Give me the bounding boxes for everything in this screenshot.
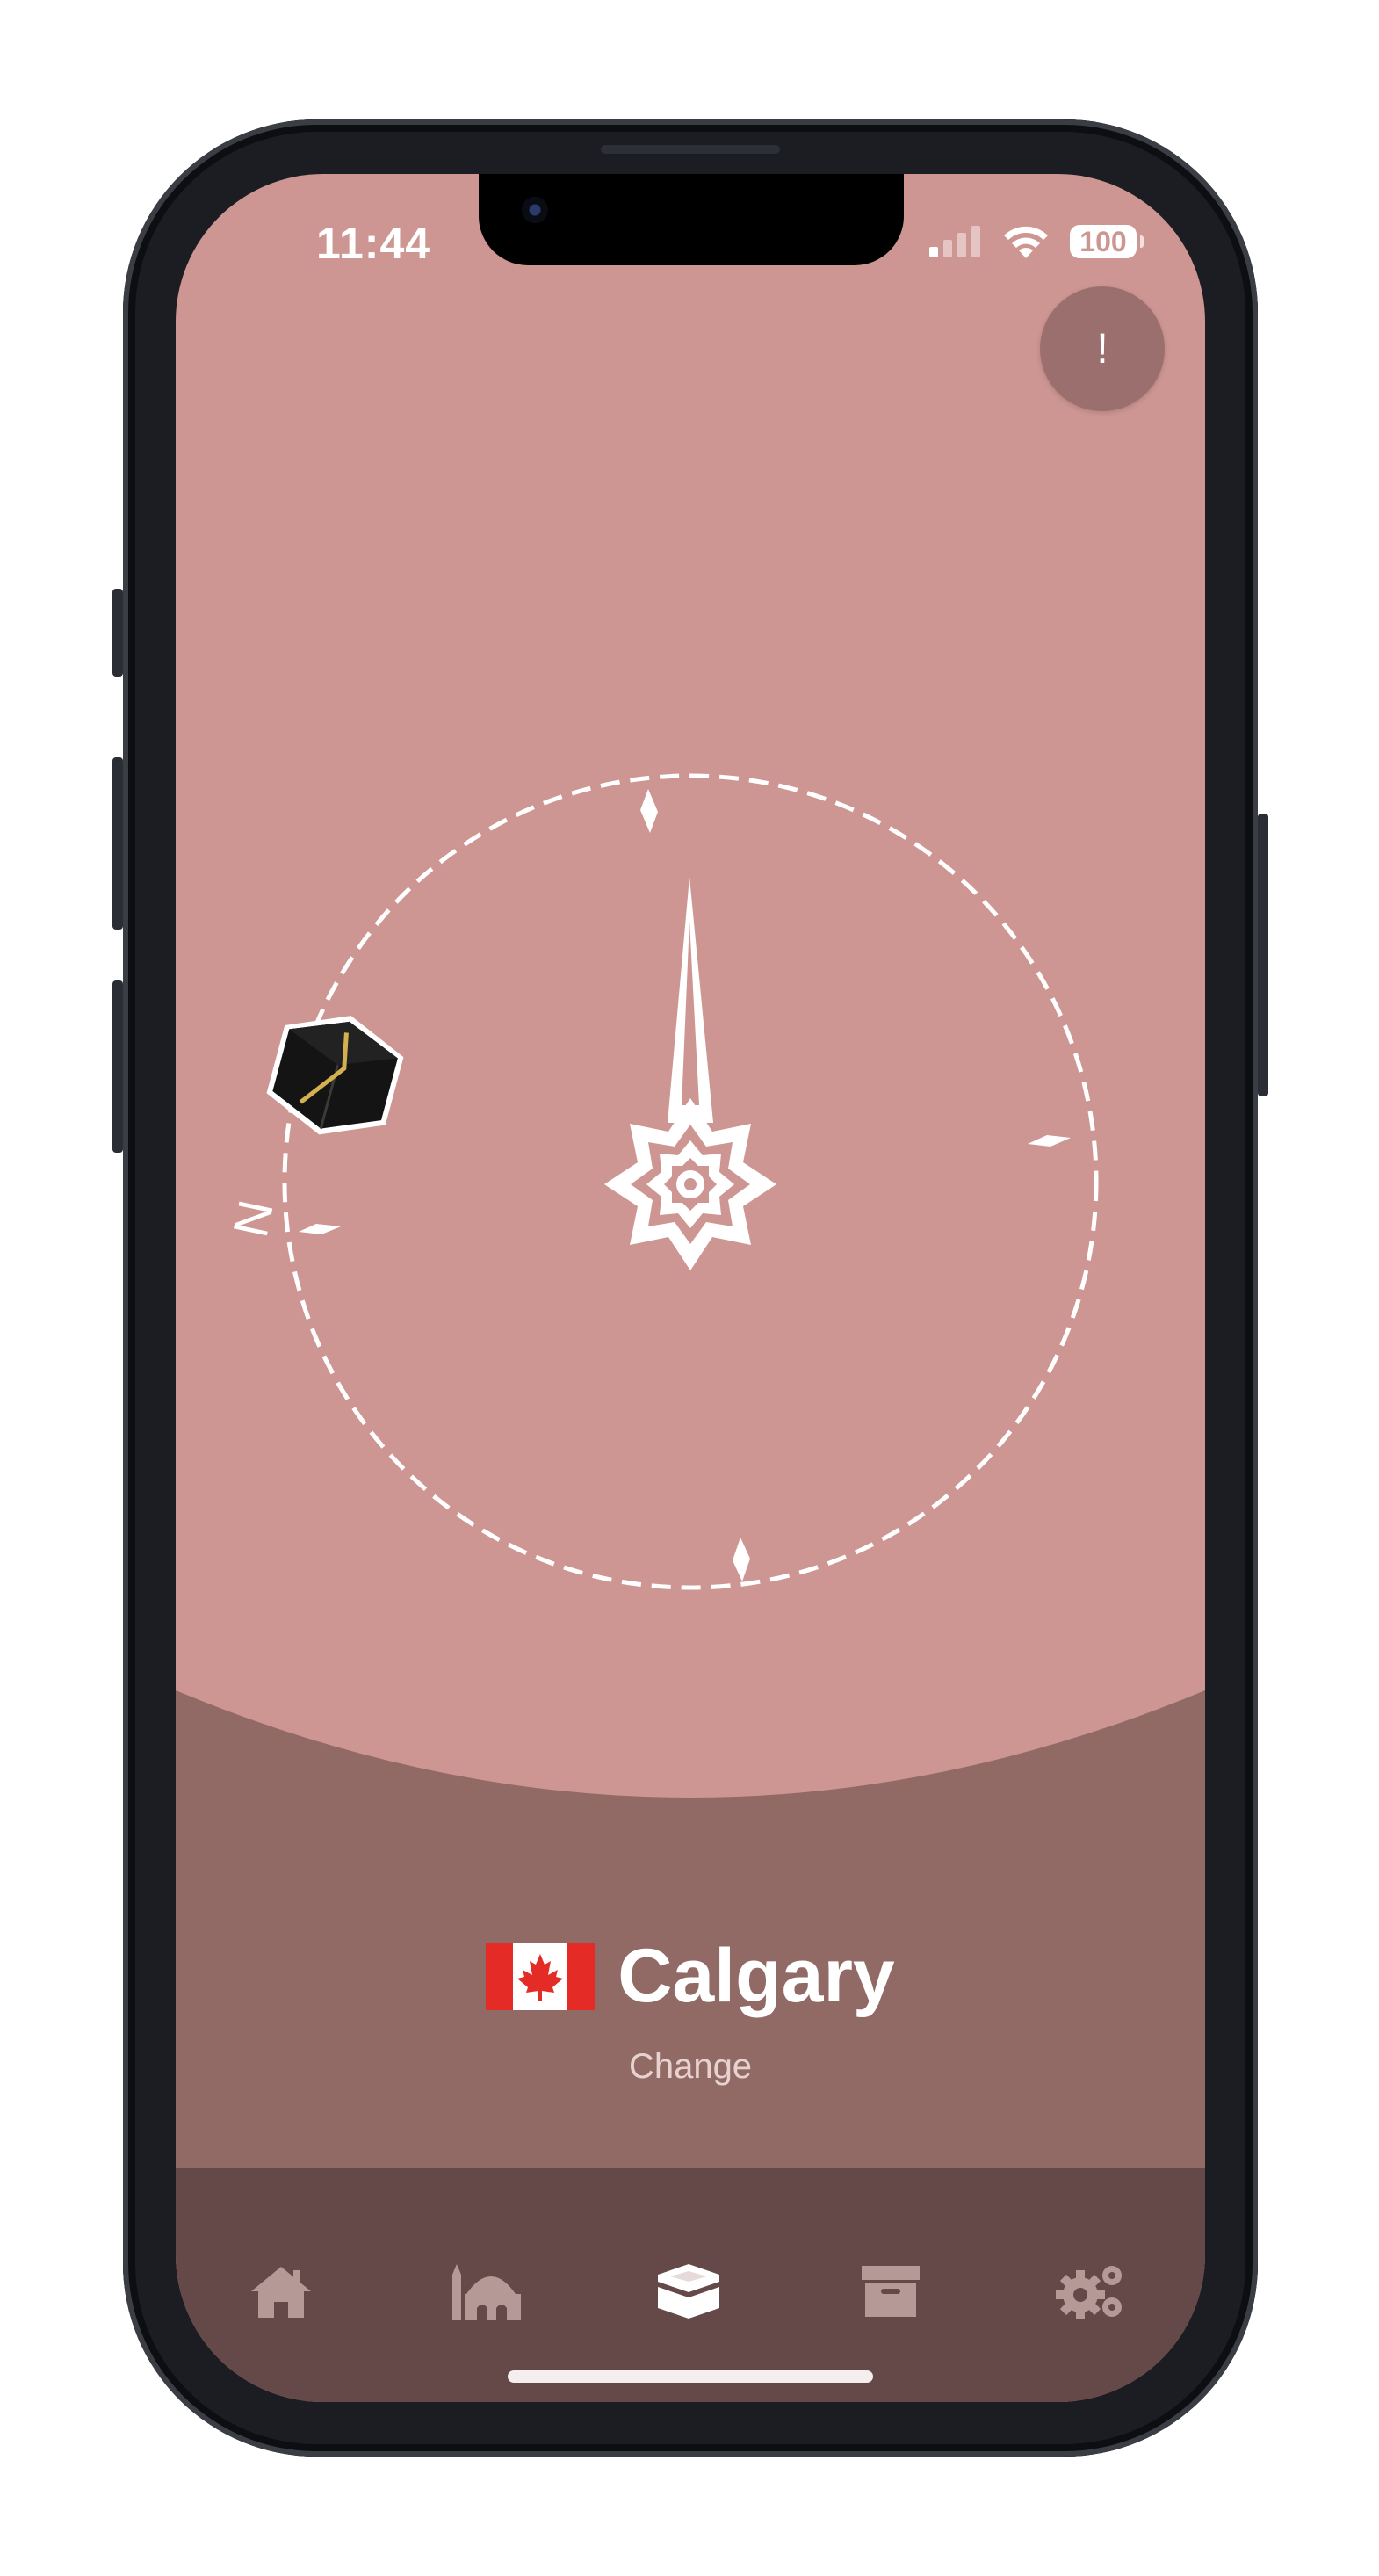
compass-tick-left	[299, 1224, 341, 1234]
qibla-compass: N	[222, 773, 1099, 1590]
home-icon	[251, 2267, 311, 2318]
front-camera	[522, 197, 548, 223]
city-name: Calgary	[617, 1934, 895, 2018]
location-title: Calgary	[176, 1933, 1205, 2020]
tab-mosque[interactable]	[450, 2254, 523, 2328]
compass-tick-right	[1028, 1135, 1071, 1147]
tab-qibla[interactable]	[652, 2254, 726, 2328]
tab-archive[interactable]	[854, 2254, 928, 2328]
phone-volume-down	[112, 980, 123, 1153]
compass-tick-bottom	[733, 1538, 750, 1581]
phone-mute-switch	[112, 589, 123, 677]
change-location-button[interactable]: Change	[176, 2047, 1205, 2087]
tab-home[interactable]	[244, 2254, 318, 2328]
kaaba-marker-icon	[266, 1016, 404, 1135]
phone-speaker	[601, 145, 780, 154]
north-label: N	[222, 1196, 284, 1242]
home-indicator[interactable]	[508, 2370, 873, 2383]
phone-power-button	[1258, 814, 1268, 1096]
phone-volume-up	[112, 757, 123, 930]
mosque-icon	[452, 2264, 521, 2320]
gears-icon	[1056, 2266, 1122, 2319]
archive-icon	[862, 2266, 920, 2317]
app-screen: 11:44 100 ! N Calgary Change	[176, 174, 1205, 2402]
canada-flag-icon	[486, 1943, 596, 2010]
kaaba-icon	[658, 2264, 719, 2319]
compass-ornament	[604, 1098, 776, 1270]
tab-settings[interactable]	[1054, 2254, 1128, 2328]
compass-tick-top	[640, 789, 658, 833]
